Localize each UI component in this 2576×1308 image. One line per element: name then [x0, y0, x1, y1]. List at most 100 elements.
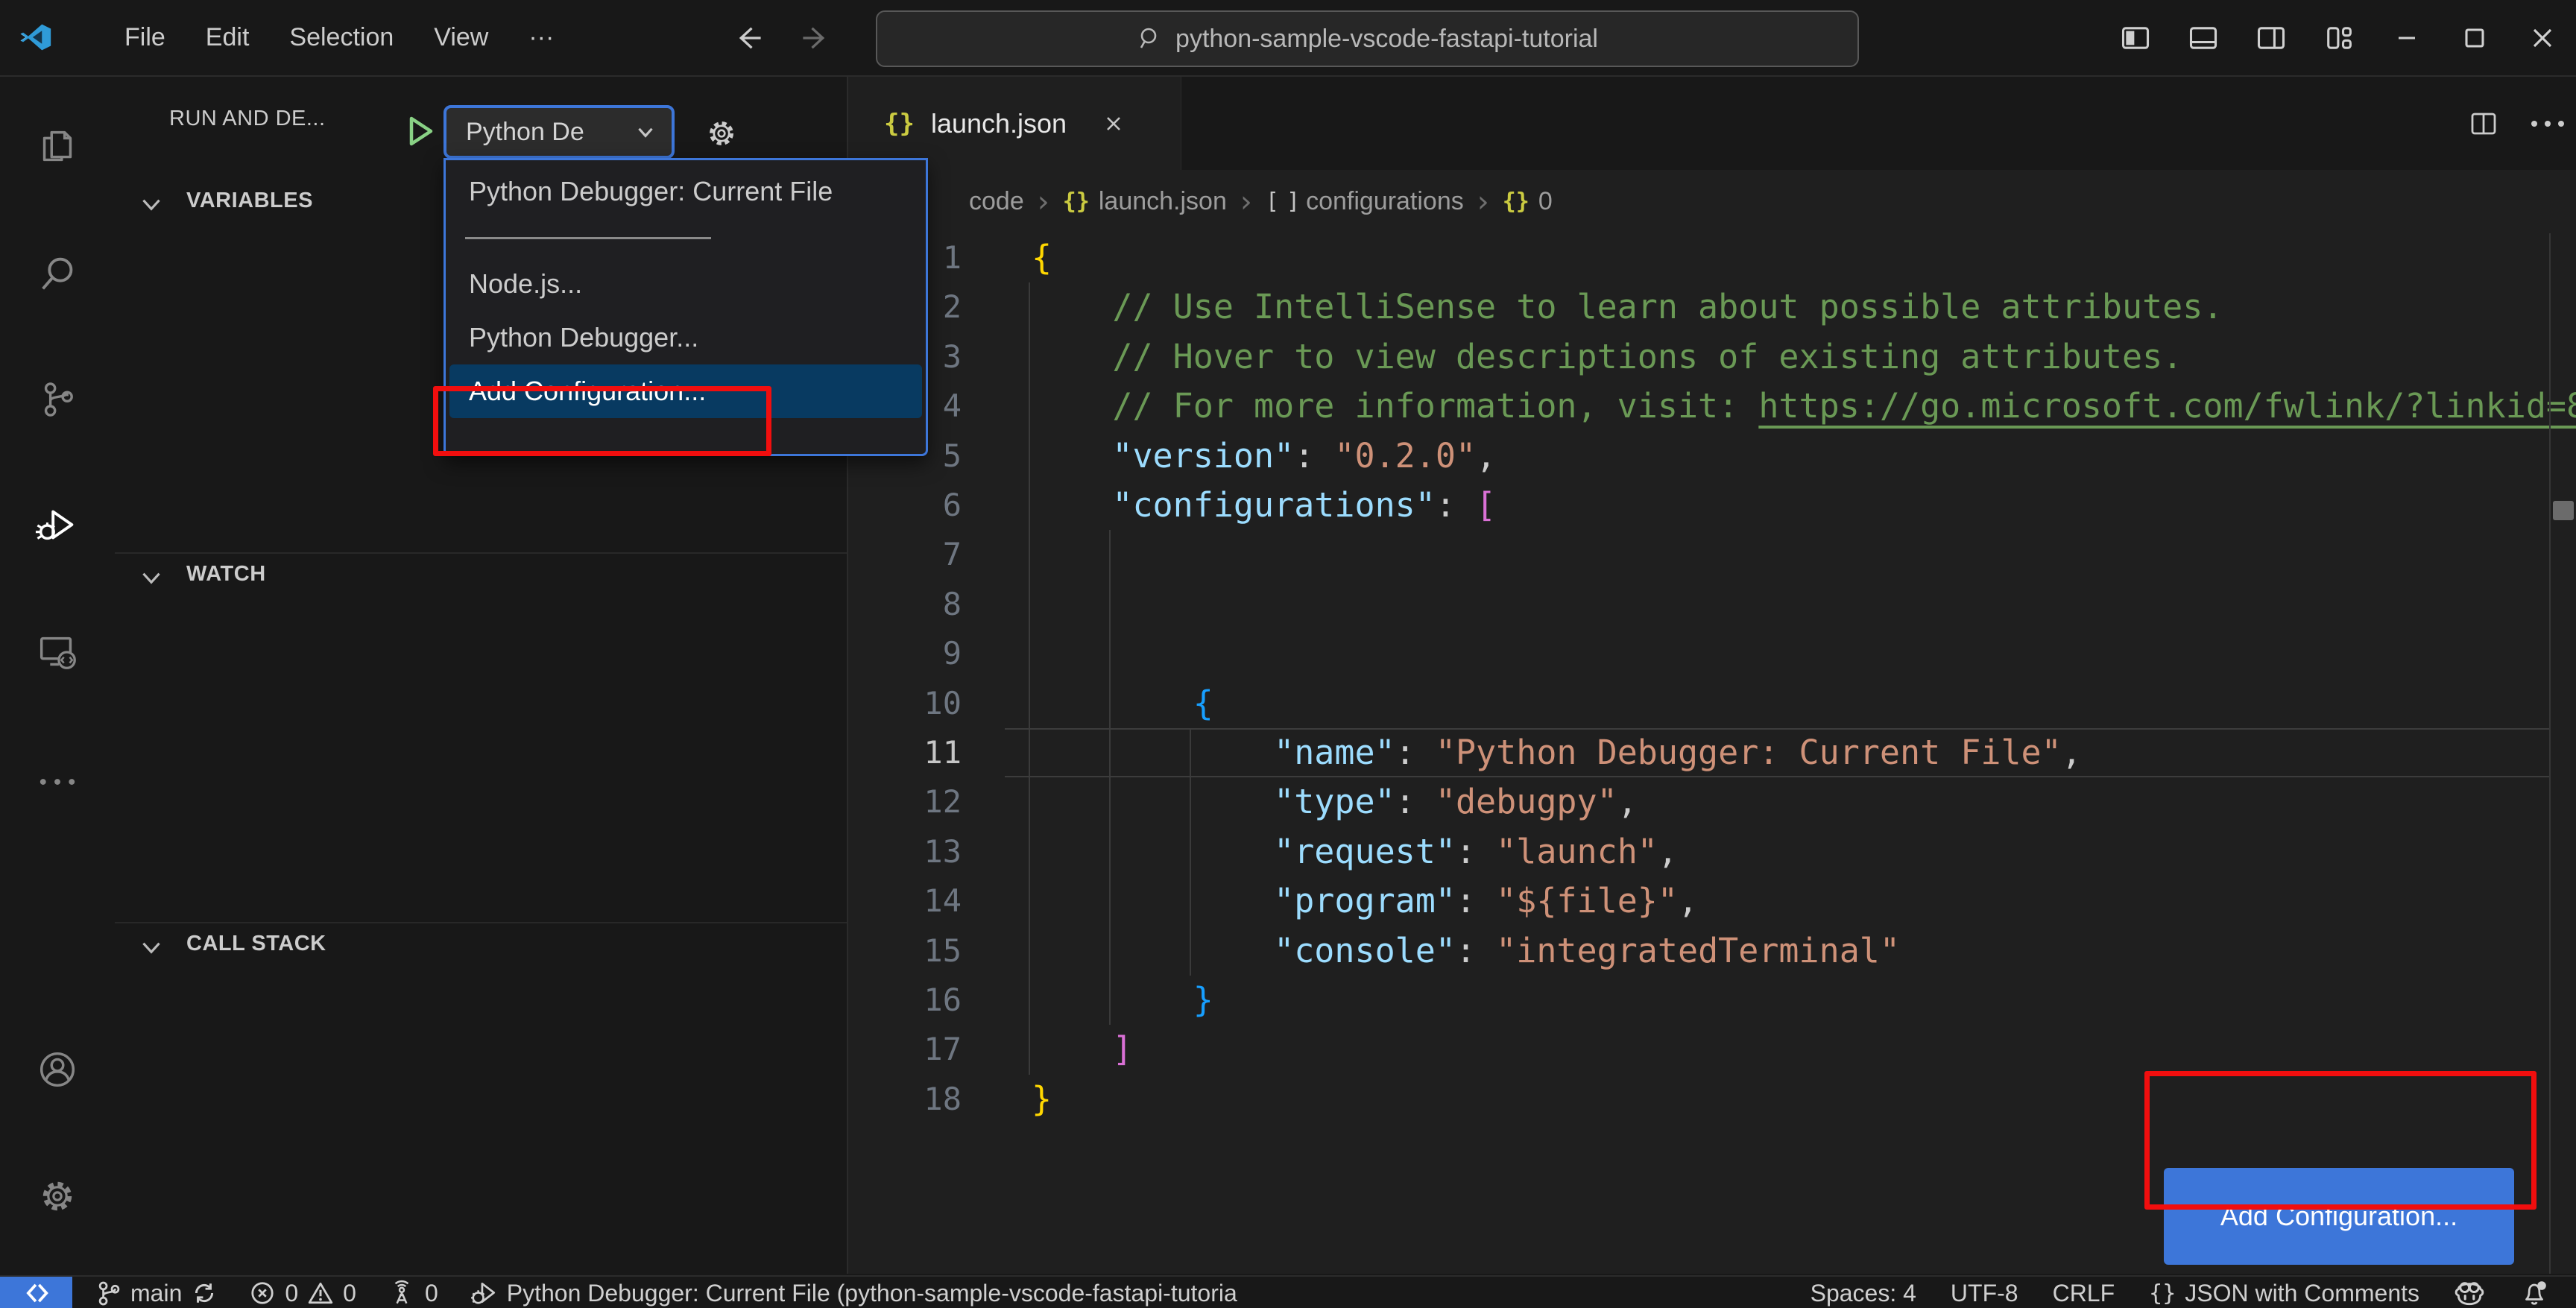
more-icon[interactable] — [0, 737, 115, 827]
copilot-icon — [2454, 1279, 2485, 1307]
menu-selection[interactable]: Selection — [269, 0, 414, 75]
code-line-17: 17 ] — [924, 1029, 1133, 1070]
source-control-icon[interactable] — [0, 355, 115, 444]
git-branch-icon — [96, 1280, 121, 1307]
code-line-8: 8 — [942, 585, 962, 622]
layout-sidebar-right-button[interactable] — [2237, 0, 2305, 75]
breadcrumb-separator: › — [1037, 184, 1049, 219]
settings-gear-icon[interactable] — [0, 1151, 115, 1241]
code-line-11: 11 "name": "Python Debugger: Current Fil… — [924, 733, 2082, 772]
run-and-debug-icon[interactable] — [0, 480, 115, 569]
status-text: 0 — [285, 1279, 299, 1307]
search-icon — [1137, 25, 1164, 52]
warning-icon — [307, 1280, 334, 1307]
debug-settings-gear-icon[interactable] — [703, 115, 740, 152]
breadcrumb-separator: › — [1240, 184, 1252, 219]
section-call-stack[interactable]: CALL STACK — [186, 932, 326, 956]
tab-label: launch.json — [930, 107, 1067, 139]
status-notifications[interactable] — [2519, 1277, 2549, 1308]
status-ports[interactable]: 0 — [388, 1277, 438, 1308]
account-icon[interactable] — [0, 1025, 115, 1114]
breadcrumb-item[interactable]: [ ] configurations — [1266, 187, 1464, 216]
code-line-5: 5 "version": "0.2.0", — [942, 435, 1497, 476]
breadcrumb-separator: › — [1477, 184, 1489, 219]
sidebar-title: RUN AND DE... — [169, 107, 326, 130]
code-editor[interactable]: 1{2 // Use IntelliSense to learn about p… — [848, 233, 2576, 1274]
code-line-9: 9 — [942, 635, 962, 672]
remote-icon — [22, 1280, 51, 1307]
code-line-14: 14 "program": "${file}", — [924, 881, 1699, 921]
remote-explorer-icon[interactable] — [0, 607, 115, 696]
split-editor-icon[interactable] — [2467, 107, 2500, 140]
explorer-icon[interactable] — [0, 102, 115, 192]
close-button[interactable] — [2508, 0, 2576, 75]
error-icon — [249, 1280, 276, 1307]
status-copilot[interactable] — [2454, 1277, 2485, 1308]
code-line-16: 16 } — [924, 980, 1213, 1020]
status-indentation[interactable]: Spaces: 4 — [1811, 1277, 1916, 1308]
dropdown-item-python-debugger-current-file[interactable]: Python Debugger: Current File — [449, 165, 922, 218]
nav-back-button[interactable] — [722, 0, 774, 75]
brackets-icon: [ ] — [1265, 189, 1300, 215]
dropdown-item-add-configuration[interactable]: Add Configuration... — [449, 364, 922, 418]
json-file-icon: {} — [884, 108, 915, 139]
nav-forward-button[interactable] — [790, 0, 842, 75]
debug-configuration-select[interactable]: Python De — [443, 105, 675, 159]
tab-close-icon[interactable] — [1102, 113, 1125, 135]
chevron-down-icon — [137, 933, 165, 961]
status-problems[interactable]: 00 — [249, 1277, 356, 1308]
code-line-3: 3 // Hover to view descriptions of exist… — [942, 336, 2183, 376]
editor-group: {} launch.json code ›{} launch.json ›[ ] con… — [848, 77, 2576, 1274]
chevron-down-icon — [137, 563, 165, 592]
menu-[interactable]: ··· — [508, 0, 574, 75]
code-line-4: 4 // For more information, visit: https:… — [942, 386, 2576, 426]
breadcrumbs: code › {} launch.json › [ ] configurations › {} 0 — [848, 170, 2576, 233]
layout-panel-button[interactable] — [2169, 0, 2237, 75]
code-line-13: 13 "request": "launch", — [924, 831, 1678, 871]
code-line-2: 2 // Use IntelliSense to learn about pos… — [942, 287, 2223, 327]
status-text: CRLF — [2052, 1279, 2115, 1307]
more-actions-icon[interactable] — [2530, 118, 2566, 130]
add-configuration-button[interactable]: Add Configuration... — [2164, 1168, 2514, 1265]
status-debug-status[interactable]: Python Debugger: Current File (python-sa… — [470, 1277, 1237, 1308]
debug-start-icon[interactable] — [401, 113, 438, 150]
code-line-12: 12 "type": "debugpy", — [924, 782, 1638, 822]
scrollbar-track[interactable] — [2549, 233, 2551, 1274]
status-bar-right: Spaces: 4 UTF-8 CRLF {} JSON with Comments — [1811, 1277, 2576, 1308]
status-text: UTF-8 — [1950, 1279, 2018, 1307]
status-text: Spaces: 4 — [1810, 1279, 1916, 1307]
braces-icon: {} — [1062, 189, 1090, 215]
breadcrumb-item[interactable]: {} 0 — [1503, 187, 1553, 216]
braces-icon: {} — [2149, 1280, 2176, 1307]
dropdown-separator — [446, 218, 926, 257]
breadcrumb-item[interactable]: {} launch.json — [1063, 187, 1227, 216]
section-watch[interactable]: WATCH — [186, 562, 266, 587]
maximize-button[interactable] — [2440, 0, 2508, 75]
command-center-label: python-sample-vscode-fastapi-tutorial — [1175, 24, 1598, 53]
dropdown-item-python-debugger[interactable]: Python Debugger... — [449, 311, 922, 364]
status-encoding[interactable]: UTF-8 — [1951, 1277, 2018, 1308]
status-language-mode[interactable]: {} JSON with Comments — [2149, 1277, 2419, 1308]
chevron-down-icon — [137, 190, 165, 218]
breadcrumb-item[interactable]: code — [969, 187, 1024, 216]
tab-launch-json[interactable]: {} launch.json — [848, 77, 1181, 170]
customize-layout-button[interactable] — [2305, 0, 2373, 75]
braces-icon: {} — [1502, 189, 1530, 215]
status-eol[interactable]: CRLF — [2053, 1277, 2115, 1308]
menu-view[interactable]: View — [414, 0, 508, 75]
debug-configuration-label: Python De — [466, 117, 584, 146]
search-icon[interactable] — [0, 229, 115, 318]
status-bar: main 0 0 0 Python Debugger: Current File (py… — [0, 1275, 2576, 1308]
section-variables[interactable]: VARIABLES — [186, 189, 313, 213]
command-center-search[interactable]: python-sample-vscode-fastapi-tutorial — [876, 10, 1859, 67]
menu-edit[interactable]: Edit — [186, 0, 270, 75]
status-git-branch[interactable]: main — [96, 1277, 218, 1308]
layout-sidebar-left-button[interactable] — [2101, 0, 2169, 75]
dropdown-item-node-js[interactable]: Node.js... — [449, 257, 922, 311]
menu-file[interactable]: File — [104, 0, 186, 75]
code-line-6: 6 "configurations": [ — [942, 485, 1497, 525]
status-remote-indicator[interactable] — [0, 1277, 72, 1308]
minimize-button[interactable] — [2373, 0, 2440, 75]
menu-bar: File Edit Selection View ··· — [104, 0, 574, 75]
status-text: main — [130, 1279, 183, 1307]
